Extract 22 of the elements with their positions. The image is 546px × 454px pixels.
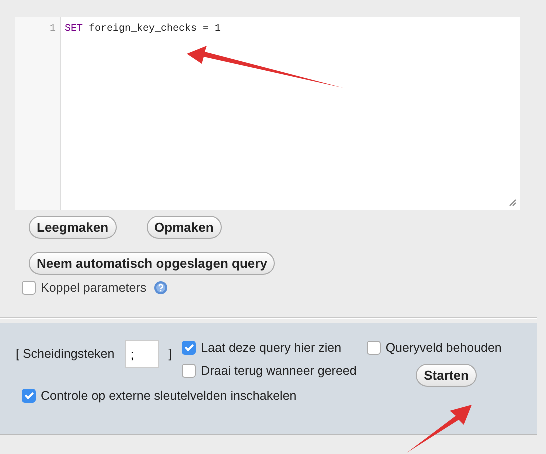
checkbox[interactable] [182,341,196,355]
code-line: SET foreign_key_checks = 1 [65,24,222,35]
checkbox-label: Controle op externe sleutelvelden inschakelen [41,389,297,403]
checkbox-label: Draai terug wanneer gereed [201,364,357,378]
action-button[interactable]: Leegmaken [29,216,117,239]
action-button[interactable]: Opmaken [146,216,222,239]
checkbox-label: Koppel parameters [41,281,147,295]
help-icon[interactable] [154,281,168,295]
checkbox-label: Laat deze query hier zien [201,341,342,355]
bracket-text: ] [168,347,172,361]
checkbox[interactable] [22,389,36,403]
delimiter-field[interactable]: ; [124,340,159,368]
checkbox[interactable] [366,341,381,355]
line-number: 1 [48,24,57,35]
restore-query-button[interactable]: Neem automatisch opgeslagen query [29,252,276,275]
resize-grip-icon[interactable] [509,199,517,207]
checkbox[interactable] [22,281,36,295]
checkbox-label: Queryveld behouden [386,341,502,355]
sql-editor[interactable]: 1 SET foreign_key_checks = 1 [15,17,520,210]
delimiter-label: [ Scheidingsteken [16,347,115,361]
start-button[interactable]: Starten [416,364,477,387]
checkbox[interactable] [182,364,196,378]
